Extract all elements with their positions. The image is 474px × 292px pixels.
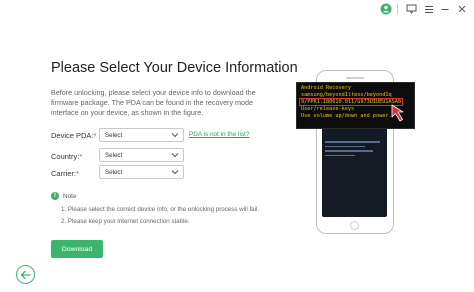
feedback-icon[interactable]: [405, 3, 417, 15]
download-button[interactable]: Download: [51, 240, 103, 258]
device-pda-select[interactable]: Select: [99, 128, 184, 142]
page-description: Before unlocking, please select your dev…: [51, 88, 256, 117]
note-line-1: 1. Please select the correct device info…: [61, 206, 260, 213]
pda-not-in-list-link[interactable]: PDA is not in the list?: [189, 131, 249, 138]
device-pda-label: Device PDA:*: [51, 131, 97, 140]
note-line-2: 2. Please keep your internet connection …: [61, 218, 190, 225]
country-label: Country:*: [51, 152, 83, 161]
device-pda-value: Select: [105, 132, 123, 139]
page-title: Please Select Your Device Information: [51, 60, 298, 76]
required-marker: *: [79, 152, 83, 161]
phone-home-button: [350, 221, 359, 230]
note-label: Note: [63, 192, 77, 200]
chevron-down-icon: [171, 133, 179, 138]
title-bar: [0, 0, 474, 18]
phone-speaker: [346, 77, 364, 79]
titlebar-divider: [397, 4, 398, 14]
user-icon[interactable]: [380, 3, 392, 15]
carrier-select[interactable]: Select: [99, 165, 184, 179]
note-header: ! Note: [51, 192, 77, 200]
required-marker: *: [76, 169, 79, 178]
minimize-icon[interactable]: [439, 3, 451, 15]
carrier-label: Carrier:*: [51, 169, 79, 178]
close-icon[interactable]: [456, 3, 468, 15]
info-icon: !: [51, 192, 59, 200]
arrow-left-icon: [20, 270, 31, 279]
country-value: Select: [105, 152, 123, 159]
country-select[interactable]: Select: [99, 148, 184, 162]
phone-screen-lines: [325, 141, 380, 159]
recovery-line: Android Recovery: [301, 85, 351, 91]
required-marker: *: [93, 131, 97, 140]
menu-icon[interactable]: [423, 3, 435, 15]
chevron-down-icon: [171, 153, 179, 158]
back-button[interactable]: [16, 265, 35, 284]
pointer-arrow-icon: [391, 104, 404, 122]
carrier-value: Select: [105, 169, 123, 176]
chevron-down-icon: [171, 170, 179, 175]
